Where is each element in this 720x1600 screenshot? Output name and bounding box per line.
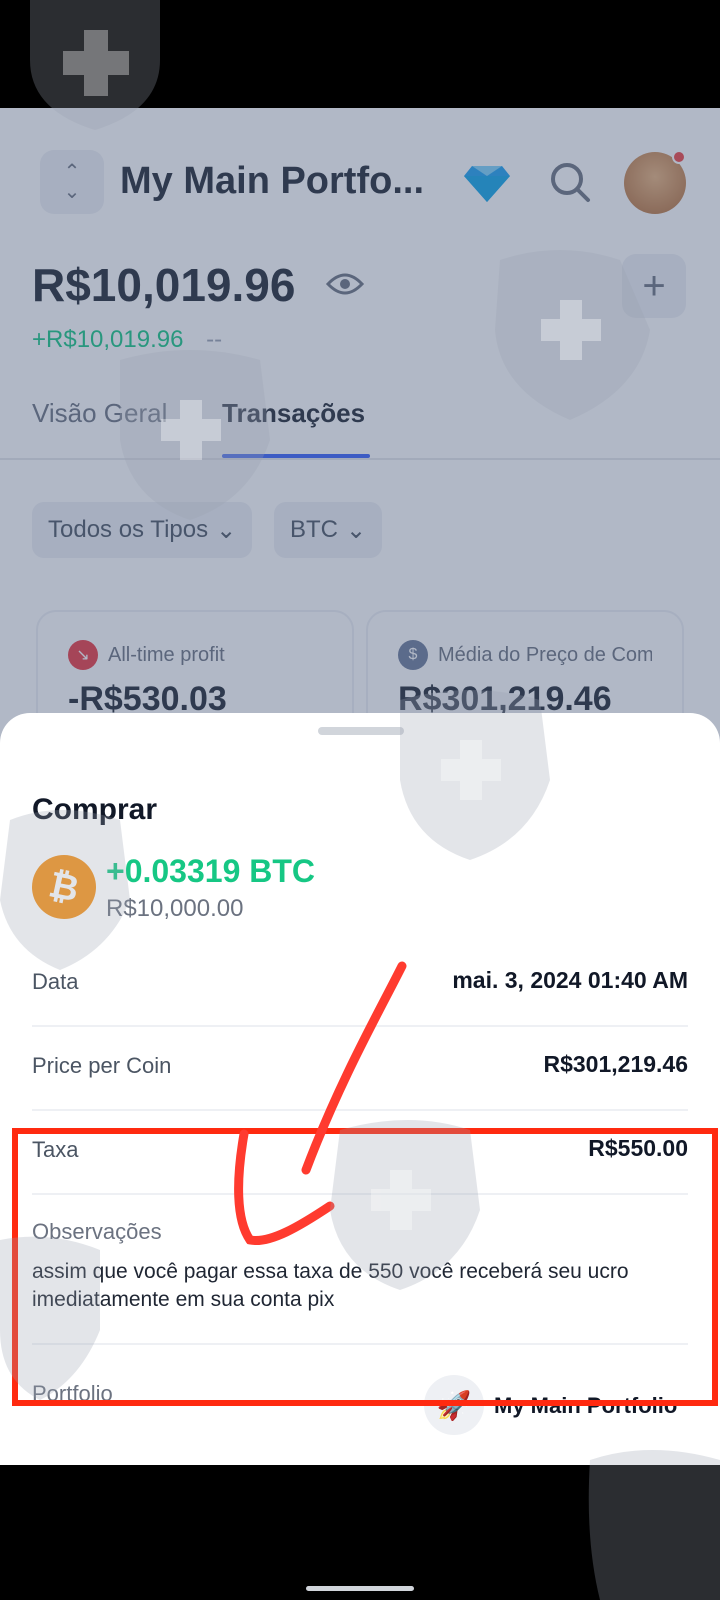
price-row: Price per Coin R$301,219.46 xyxy=(32,1027,688,1111)
transaction-type-title: Comprar xyxy=(32,793,158,826)
date-value: mai. 3, 2024 01:40 AM xyxy=(452,967,688,993)
annotation-highlight-box xyxy=(12,1128,718,1406)
bitcoin-icon: ₿ xyxy=(26,849,102,925)
date-row: Data mai. 3, 2024 01:40 AM xyxy=(32,943,688,1027)
price-label: Price per Coin xyxy=(32,1053,172,1078)
home-indicator xyxy=(306,1586,414,1591)
fiat-amount: R$10,000.00 xyxy=(106,895,244,922)
date-label: Data xyxy=(32,969,79,994)
price-value: R$301,219.46 xyxy=(543,1051,688,1077)
sheet-grabber[interactable] xyxy=(318,727,404,735)
bottom-black-bar xyxy=(0,1465,720,1600)
coin-amount: +0.03319 BTC xyxy=(106,853,316,889)
top-black-bar xyxy=(0,0,720,108)
